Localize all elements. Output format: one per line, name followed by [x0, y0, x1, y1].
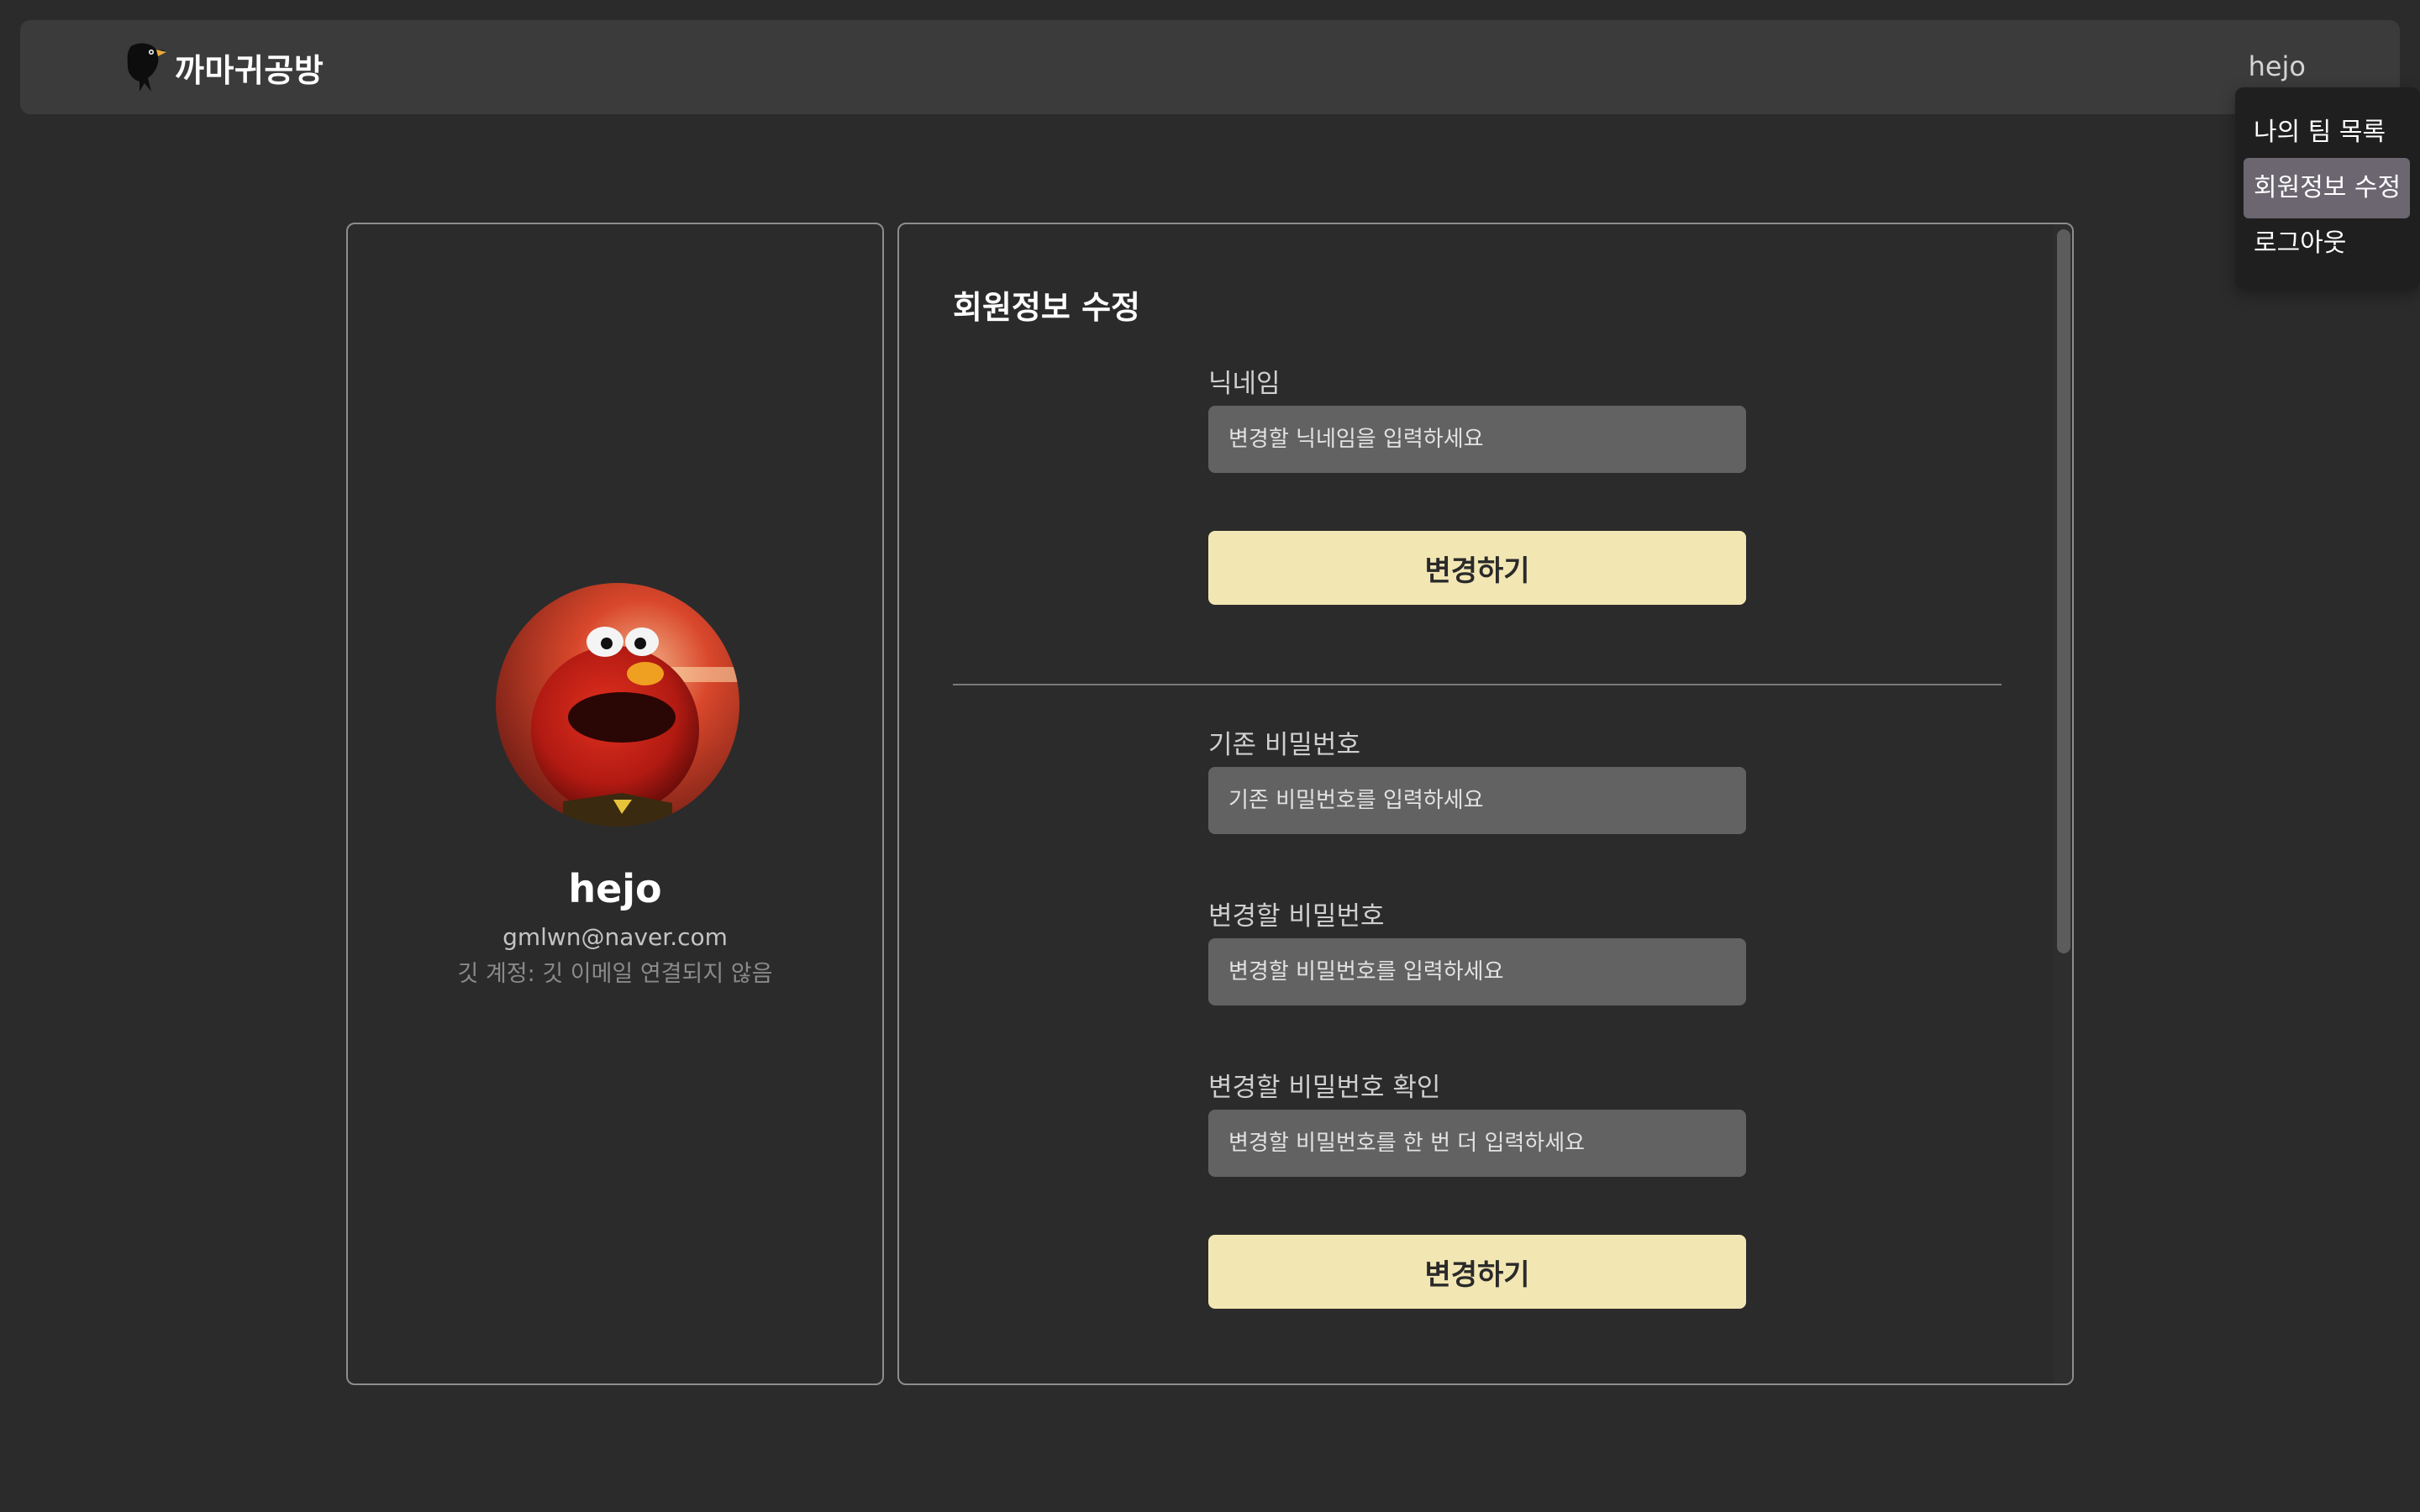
user-menu-button[interactable]: hejo: [2249, 50, 2306, 82]
brand-name: 까마귀공방: [175, 51, 324, 89]
scrollbar-track[interactable]: [2054, 224, 2072, 1383]
change-nickname-button[interactable]: 변경하기: [1208, 531, 1746, 605]
page-title: 회원정보 수정: [953, 289, 1140, 326]
brand-logo[interactable]: 까마귀공방: [114, 39, 324, 96]
section-divider: [953, 684, 2002, 685]
scrollbar-thumb[interactable]: [2057, 229, 2070, 953]
avatar-image: [496, 583, 739, 827]
current-password-label: 기존 비밀번호: [1208, 730, 1360, 760]
top-navbar: 까마귀공방 hejo: [20, 20, 2400, 114]
menu-item-my-teams[interactable]: 나의 팀 목록: [2244, 102, 2410, 163]
new-password-input[interactable]: [1208, 938, 1746, 1005]
nickname-label: 닉네임: [1208, 369, 1281, 399]
profile-email: gmlwn@naver.com: [502, 923, 728, 951]
menu-item-edit-profile[interactable]: 회원정보 수정: [2244, 158, 2410, 218]
nickname-input[interactable]: [1208, 406, 1746, 473]
confirm-password-label: 변경할 비밀번호 확인: [1208, 1073, 1441, 1103]
change-password-button[interactable]: 변경하기: [1208, 1235, 1746, 1309]
avatar: [496, 583, 739, 827]
crow-icon: [127, 43, 166, 92]
user-dropdown-menu: 나의 팀 목록 회원정보 수정 로그아웃: [2235, 87, 2420, 289]
git-account-status: 깃 계정: 깃 이메일 연결되지 않음: [457, 961, 773, 987]
current-password-input[interactable]: [1208, 767, 1746, 834]
confirm-password-input[interactable]: [1208, 1110, 1746, 1177]
menu-item-logout[interactable]: 로그아웃: [2244, 213, 2410, 274]
profile-name: hejo: [568, 866, 662, 911]
profile-card: hejo gmlwn@naver.com 깃 계정: 깃 이메일 연결되지 않음: [346, 223, 884, 1385]
new-password-label: 변경할 비밀번호: [1208, 901, 1385, 932]
edit-profile-card: 회원정보 수정 닉네임 변경하기 기존 비밀번호 변경할 비밀번호 변경할 비밀…: [897, 223, 2074, 1385]
